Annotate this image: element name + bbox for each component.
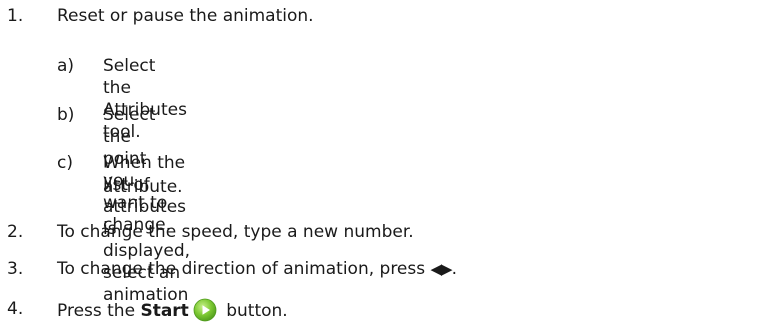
step-text: To change the speed, type a new number. [57,222,414,242]
substep-text-line2: attribute. [103,177,183,197]
direction-arrows-icon: ◀▶ [430,260,453,278]
step-number: 4. [7,299,24,319]
step-text-after: button. [220,301,288,321]
step-text: Reset or pause the animation. [57,6,314,26]
step-text: To change the direction of animation, pr… [57,258,457,280]
step-text-before: Press the [57,301,141,321]
substep-letter: a) [57,56,75,76]
step-text-before: To change the direction of animation, pr… [57,259,431,279]
substep-letter: c) [57,153,73,173]
step-number: 2. [7,222,24,242]
substep-letter: b) [57,105,75,125]
step-number: 1. [7,6,24,26]
play-icon [193,298,217,322]
start-label: Start [140,301,189,321]
step-text-after: . [451,259,457,279]
step-text: Press the Start button. [57,298,288,322]
step-number: 3. [7,259,24,279]
